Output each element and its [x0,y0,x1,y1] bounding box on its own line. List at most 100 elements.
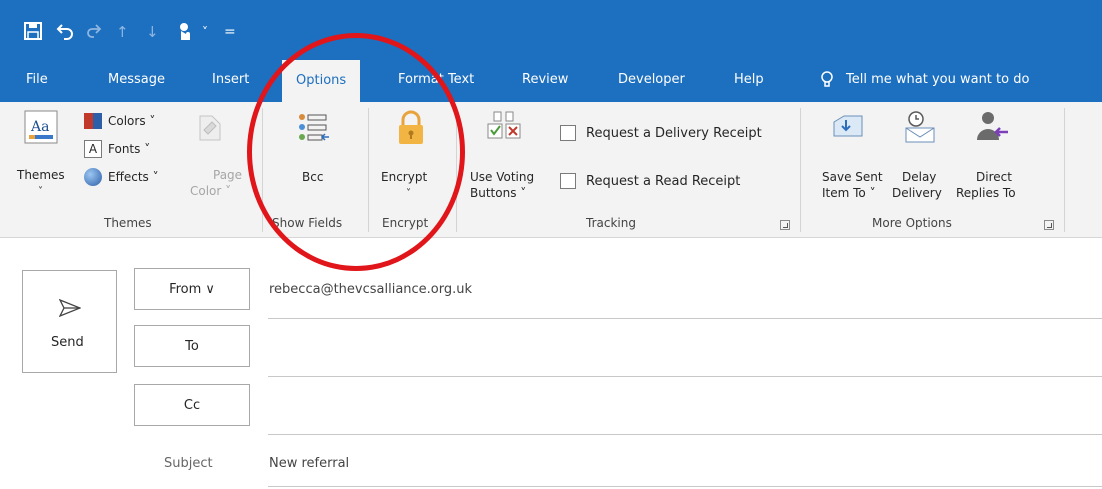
tab-message[interactable]: Message [108,58,165,102]
use-voting-label-line1: Use Voting [470,170,535,184]
from-underline [268,318,1102,319]
page-color-button[interactable]: Page Color ˅ [188,110,244,210]
read-receipt-check[interactable] [560,173,576,189]
undo-icon[interactable] [56,22,74,45]
delivery-receipt-label: Request a Delivery Receipt [586,126,762,141]
group-divider [800,108,801,232]
page-color-icon [199,115,221,141]
send-icon [59,299,81,317]
subject-value: New referral [269,456,350,471]
color-label: Color ˅ [190,184,232,198]
delay-delivery-icon [905,111,935,143]
effects-button[interactable]: Effects ˅ [84,168,184,188]
show-fields-group-label: Show Fields [272,216,343,230]
tab-options[interactable]: Options [282,60,361,102]
group-divider [368,108,369,232]
use-voting-buttons-button[interactable]: Use Voting Buttons ˅ [466,110,554,210]
use-voting-label-line2: Buttons ˅ [470,186,527,200]
chevron-down-icon: ˅ [38,186,43,197]
to-label: To [185,338,199,354]
effects-label: Effects ˅ [108,170,159,184]
chevron-down-icon: ˅ [406,188,411,199]
cc-input[interactable] [268,388,1102,432]
fonts-button[interactable]: A Fonts ˅ [84,140,184,160]
tracking-dialog-launcher-icon[interactable] [780,220,790,230]
to-underline [268,376,1102,377]
lock-icon [399,110,423,144]
direct-label-line2: Replies To [956,186,1016,200]
from-label: From ∨ [169,281,215,297]
arrow-down-icon[interactable]: ↓ [146,22,159,42]
touch-mode-icon[interactable] [176,22,194,47]
subject-input[interactable]: New referral [268,446,1102,484]
group-divider [456,108,457,232]
tell-me-search[interactable]: Tell me what you want to do [820,58,1029,102]
more-options-group-label: More Options [872,216,952,230]
customize-icon[interactable]: = [224,22,236,42]
tab-file[interactable]: File [26,58,48,102]
tab-insert[interactable]: Insert [212,58,249,102]
delay-delivery-button[interactable]: Delay Delivery [884,110,952,210]
colors-label: Colors ˅ [108,114,156,128]
bcc-icon [299,114,329,141]
to-input[interactable] [268,330,1102,374]
cc-underline [268,434,1102,435]
delivery-receipt-check[interactable] [560,125,576,141]
save-sent-label-line1: Save Sent [822,170,883,184]
read-receipt-label: Request a Read Receipt [586,174,741,189]
encrypt-label: Encrypt [381,170,428,184]
encrypt-button[interactable]: Encrypt ˅ [378,110,448,210]
lightbulb-icon [821,70,833,87]
bcc-label: Bcc [302,170,324,184]
tab-developer[interactable]: Developer [618,58,685,102]
fonts-label: Fonts ˅ [108,142,151,156]
voting-icon [487,111,521,139]
arrow-up-icon[interactable]: ↑ [116,22,129,42]
save-sent-icon [833,115,863,137]
tab-help[interactable]: Help [734,58,764,102]
dropdown-chevron-icon[interactable]: ˅ [202,22,208,42]
ribbon: Aa Themes ˅ Colors ˅ A Fonts ˅ Effects ˅… [0,102,1102,238]
direct-label-line1: Direct [976,170,1012,184]
title-bar: ↑ ↓ ˅ = [0,0,1102,58]
subject-label: Subject [164,456,213,471]
themes-label: Themes [17,168,65,182]
send-label: Send [51,335,84,350]
page-label: Page [213,168,243,182]
colors-icon [84,113,102,129]
tell-me-text: Tell me what you want to do [846,72,1030,87]
cc-label: Cc [183,397,201,413]
more-options-dialog-launcher-icon[interactable] [1044,220,1054,230]
direct-replies-icon [977,112,1008,140]
from-value: rebecca@thevcsalliance.org.uk [269,282,473,297]
tab-review[interactable]: Review [522,58,568,102]
save-icon[interactable] [24,22,42,45]
direct-replies-button[interactable]: Direct Replies To [952,110,1028,210]
save-sent-label-line2: Item To ˅ [822,186,876,200]
svg-text:Aa: Aa [30,119,49,135]
cc-button[interactable]: Cc [134,384,250,426]
redo-icon[interactable] [86,22,102,43]
group-divider [1064,108,1065,232]
effects-icon [84,168,102,186]
read-receipt-checkbox[interactable]: Request a Read Receipt [560,172,790,192]
delay-label-line1: Delay [902,170,937,184]
send-button[interactable]: Send [22,270,117,373]
delay-label-line2: Delivery [892,186,942,200]
themes-group-label: Themes [104,216,152,230]
encrypt-group-label: Encrypt [382,216,429,230]
themes-icon: Aa [24,110,58,144]
ribbon-tabs: File Message Insert Options Format Text … [0,58,1102,102]
tracking-group-label: Tracking [586,216,636,230]
delivery-receipt-checkbox[interactable]: Request a Delivery Receipt [560,124,790,144]
themes-button[interactable]: Aa Themes ˅ [14,110,78,210]
group-divider [262,108,263,232]
colors-button[interactable]: Colors ˅ [84,112,184,132]
bcc-button[interactable]: Bcc [280,110,350,210]
tab-format-text[interactable]: Format Text [398,58,474,102]
to-button[interactable]: To [134,325,250,367]
from-button[interactable]: From ∨ [134,268,250,310]
subject-underline [268,486,1102,487]
save-sent-item-button[interactable]: Save Sent Item To ˅ [812,110,884,210]
fonts-icon: A [84,140,102,158]
